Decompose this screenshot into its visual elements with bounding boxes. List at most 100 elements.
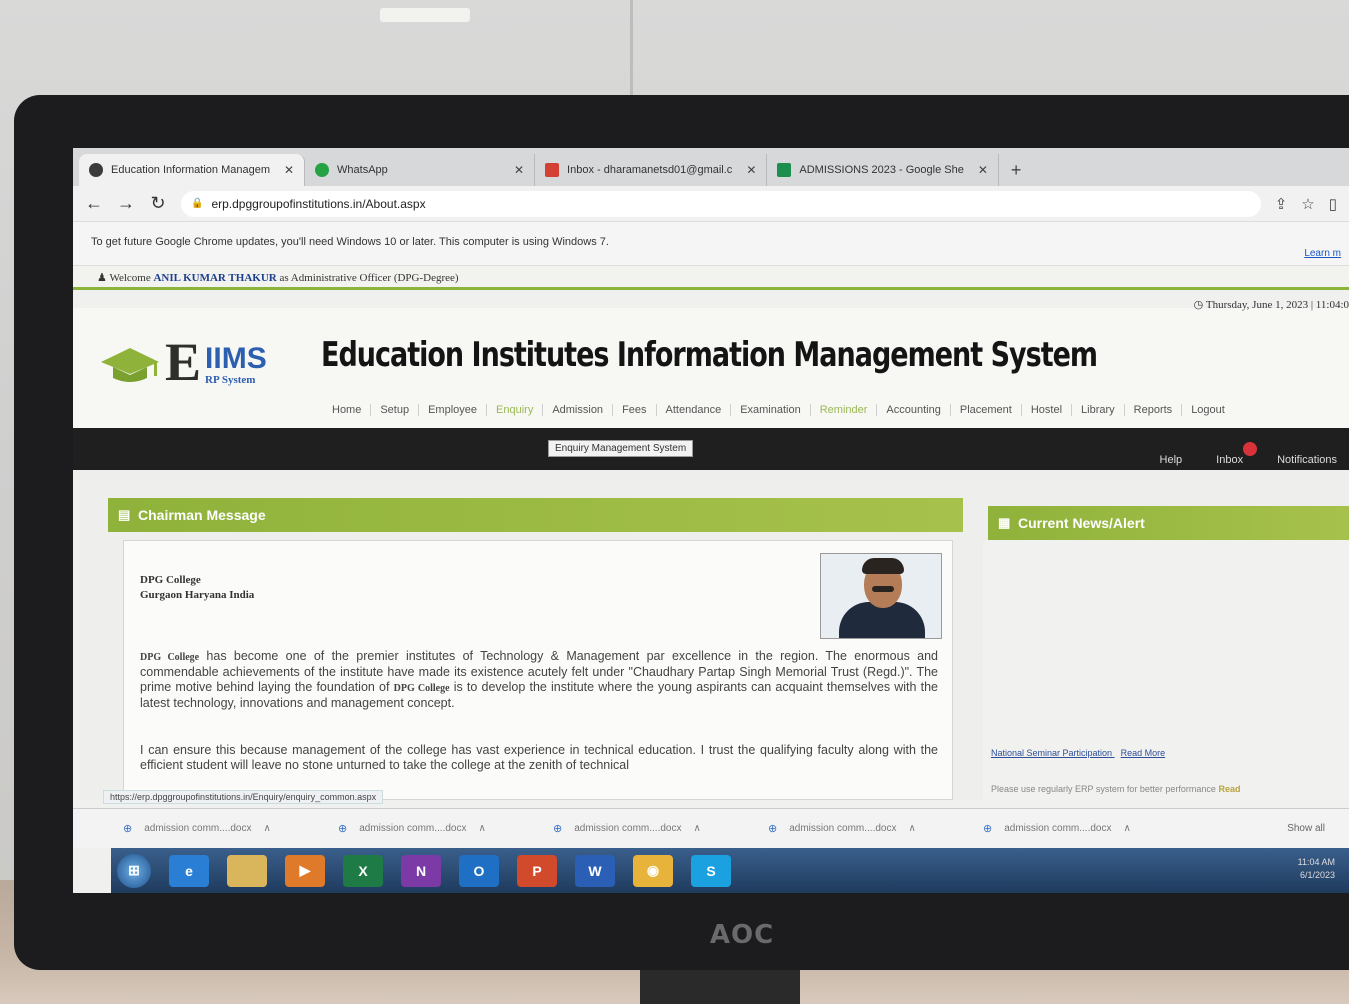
new-tab-button[interactable]: + [999, 154, 1034, 186]
document-icon: ⊕ [983, 823, 993, 835]
ie-icon[interactable]: e [169, 854, 209, 887]
logo-iims: IIMS [205, 342, 267, 375]
back-arrow-icon[interactable]: ← [85, 193, 103, 214]
menu-fees[interactable]: Fees [613, 404, 657, 416]
download-filename: admission comm....docx [1004, 823, 1112, 834]
close-icon[interactable]: ✕ [284, 163, 294, 177]
menu-hostel[interactable]: Hostel [1022, 404, 1073, 416]
explorer-icon[interactable] [227, 854, 267, 887]
status-bar-url: https://erp.dpggroupofinstitutions.in/En… [103, 790, 384, 804]
skype-icon[interactable]: S [691, 854, 731, 887]
menu-placement[interactable]: Placement [951, 404, 1022, 416]
document-icon: ⊕ [768, 823, 778, 835]
ceiling-light [380, 8, 470, 22]
downloads-bar: ⊕ admission comm....docx ∧ ⊕ admission comm… [73, 808, 1349, 848]
reload-icon[interactable]: ↻ [149, 193, 167, 214]
learn-more-link[interactable]: Learn m [1304, 248, 1341, 259]
show-all-downloads[interactable]: Show all [1287, 823, 1325, 834]
onenote-icon[interactable]: N [401, 854, 441, 887]
tab-label: ADMISSIONS 2023 - Google She [799, 164, 964, 176]
user-icon: ♟ [97, 272, 107, 284]
download-filename: admission comm....docx [359, 823, 467, 834]
chevron-up-icon[interactable]: ∧ [478, 823, 485, 834]
system-clock[interactable]: 11:04 AM 6/1/2023 [1298, 856, 1335, 882]
eiims-logo[interactable]: E IIMS RP System [99, 332, 267, 392]
help-link[interactable]: Help [1160, 454, 1183, 466]
address-bar[interactable]: 🔒 erp.dpggroupofinstitutions.in/About.as… [181, 190, 1261, 217]
share-icon[interactable]: ⇪ [1275, 195, 1288, 213]
sidepanel-icon[interactable]: ▯ [1329, 195, 1337, 213]
menu-admission[interactable]: Admission [543, 404, 614, 416]
inbox-link[interactable]: Inbox [1216, 454, 1243, 466]
browser-tab-strip: Education Information Managem ✕ WhatsApp… [73, 148, 1349, 186]
menu-home[interactable]: Home [323, 404, 372, 416]
forward-arrow-icon[interactable]: → [117, 193, 135, 214]
chairman-heading: Chairman Message [138, 507, 266, 523]
college-address: DPG College Gurgaon Haryana India [140, 573, 254, 603]
download-item[interactable]: ⊕ admission comm....docx ∧ [123, 822, 338, 835]
logo-e: E [165, 332, 202, 392]
user-name: ANIL KUMAR THAKUR [153, 272, 277, 284]
menu-logout[interactable]: Logout [1182, 404, 1234, 416]
download-item[interactable]: ⊕ admission comm....docx ∧ [553, 822, 768, 835]
close-icon[interactable]: ✕ [514, 163, 524, 177]
menu-attendance[interactable]: Attendance [657, 404, 732, 416]
outlook-icon[interactable]: O [459, 854, 499, 887]
excel-icon[interactable]: X [343, 854, 383, 887]
news-panel-header: ▦ Current News/Alert [988, 506, 1349, 540]
notifications-link[interactable]: Notifications [1277, 454, 1337, 466]
user-role: as Administrative Officer (DPG-Degree) [279, 272, 459, 284]
gmail-icon [545, 163, 560, 177]
menu-setup[interactable]: Setup [371, 404, 420, 416]
read-more-link[interactable]: Read [1218, 784, 1240, 794]
welcome-prefix: Welcome [109, 272, 151, 284]
chrome-icon[interactable]: ◉ [633, 854, 673, 887]
news-heading: Current News/Alert [1018, 515, 1145, 531]
browser-toolbar: ← → ↻ 🔒 erp.dpggroupofinstitutions.in/Ab… [73, 186, 1349, 222]
menu-enquiry[interactable]: Enquiry [487, 404, 544, 416]
chairman-message-box: DPG College Gurgaon Haryana India DPG Co… [123, 540, 953, 800]
chevron-up-icon[interactable]: ∧ [693, 823, 700, 834]
read-more-link[interactable]: Read More [1121, 748, 1166, 758]
menu-examination[interactable]: Examination [731, 404, 811, 416]
news-item-2[interactable]: Please use regularly ERP system for bett… [991, 784, 1240, 794]
media-player-icon[interactable]: ▶ [285, 854, 325, 887]
tab-whatsapp[interactable]: WhatsApp ✕ [305, 154, 536, 186]
graduation-cap-icon [101, 348, 159, 382]
college-name-inline: DPG College [393, 683, 450, 694]
site-title: Education Institutes Information Managem… [321, 336, 1098, 375]
download-item[interactable]: ⊕ admission comm....docx ∧ [338, 822, 553, 835]
download-item[interactable]: ⊕ admission comm....docx ∧ [768, 822, 983, 835]
bookmark-star-icon[interactable]: ☆ [1301, 195, 1314, 213]
menu-reports[interactable]: Reports [1125, 404, 1183, 416]
chevron-up-icon[interactable]: ∧ [263, 823, 270, 834]
start-button[interactable]: ⊞ [117, 853, 151, 888]
tab-sheets[interactable]: ADMISSIONS 2023 - Google She ✕ [767, 154, 999, 186]
word-icon[interactable]: W [575, 854, 615, 887]
close-icon[interactable]: ✕ [978, 163, 988, 177]
powerpoint-icon[interactable]: P [517, 854, 557, 887]
menu-employee[interactable]: Employee [419, 404, 488, 416]
menu-accounting[interactable]: Accounting [877, 404, 951, 416]
close-icon[interactable]: ✕ [746, 163, 756, 177]
chevron-up-icon[interactable]: ∧ [1123, 823, 1130, 834]
wall-corner [630, 0, 633, 110]
welcome-bar: ♟ Welcome ANIL KUMAR THAKUR as Administr… [73, 266, 1349, 290]
news-item-1[interactable]: National Seminar Participation Read More [991, 748, 1165, 758]
site-header: E IIMS RP System Education Institutes In… [73, 308, 1349, 428]
sheets-icon [777, 163, 792, 177]
menu-library[interactable]: Library [1072, 404, 1125, 416]
chevron-up-icon[interactable]: ∧ [908, 823, 915, 834]
tab-eiims[interactable]: Education Information Managem ✕ [79, 154, 306, 186]
infobar-text: To get future Google Chrome updates, you… [91, 236, 609, 248]
monitor-brand-logo: AOC [709, 920, 775, 950]
tab-label: WhatsApp [337, 164, 388, 176]
clock-date: 6/1/2023 [1299, 870, 1335, 880]
tab-gmail[interactable]: Inbox - dharamanetsd01@gmail.c ✕ [535, 154, 768, 186]
download-filename: admission comm....docx [144, 823, 252, 834]
clock-time: 11:04 AM [1297, 857, 1335, 867]
download-item[interactable]: ⊕ admission comm....docx ∧ [983, 822, 1198, 835]
windows-taskbar: ⊞ e ▶ X N O P W ◉ S 11:04 AM 6/1/2023 [111, 848, 1349, 893]
menu-reminder[interactable]: Reminder [811, 404, 878, 416]
calendar-icon: ▦ [998, 515, 1011, 530]
